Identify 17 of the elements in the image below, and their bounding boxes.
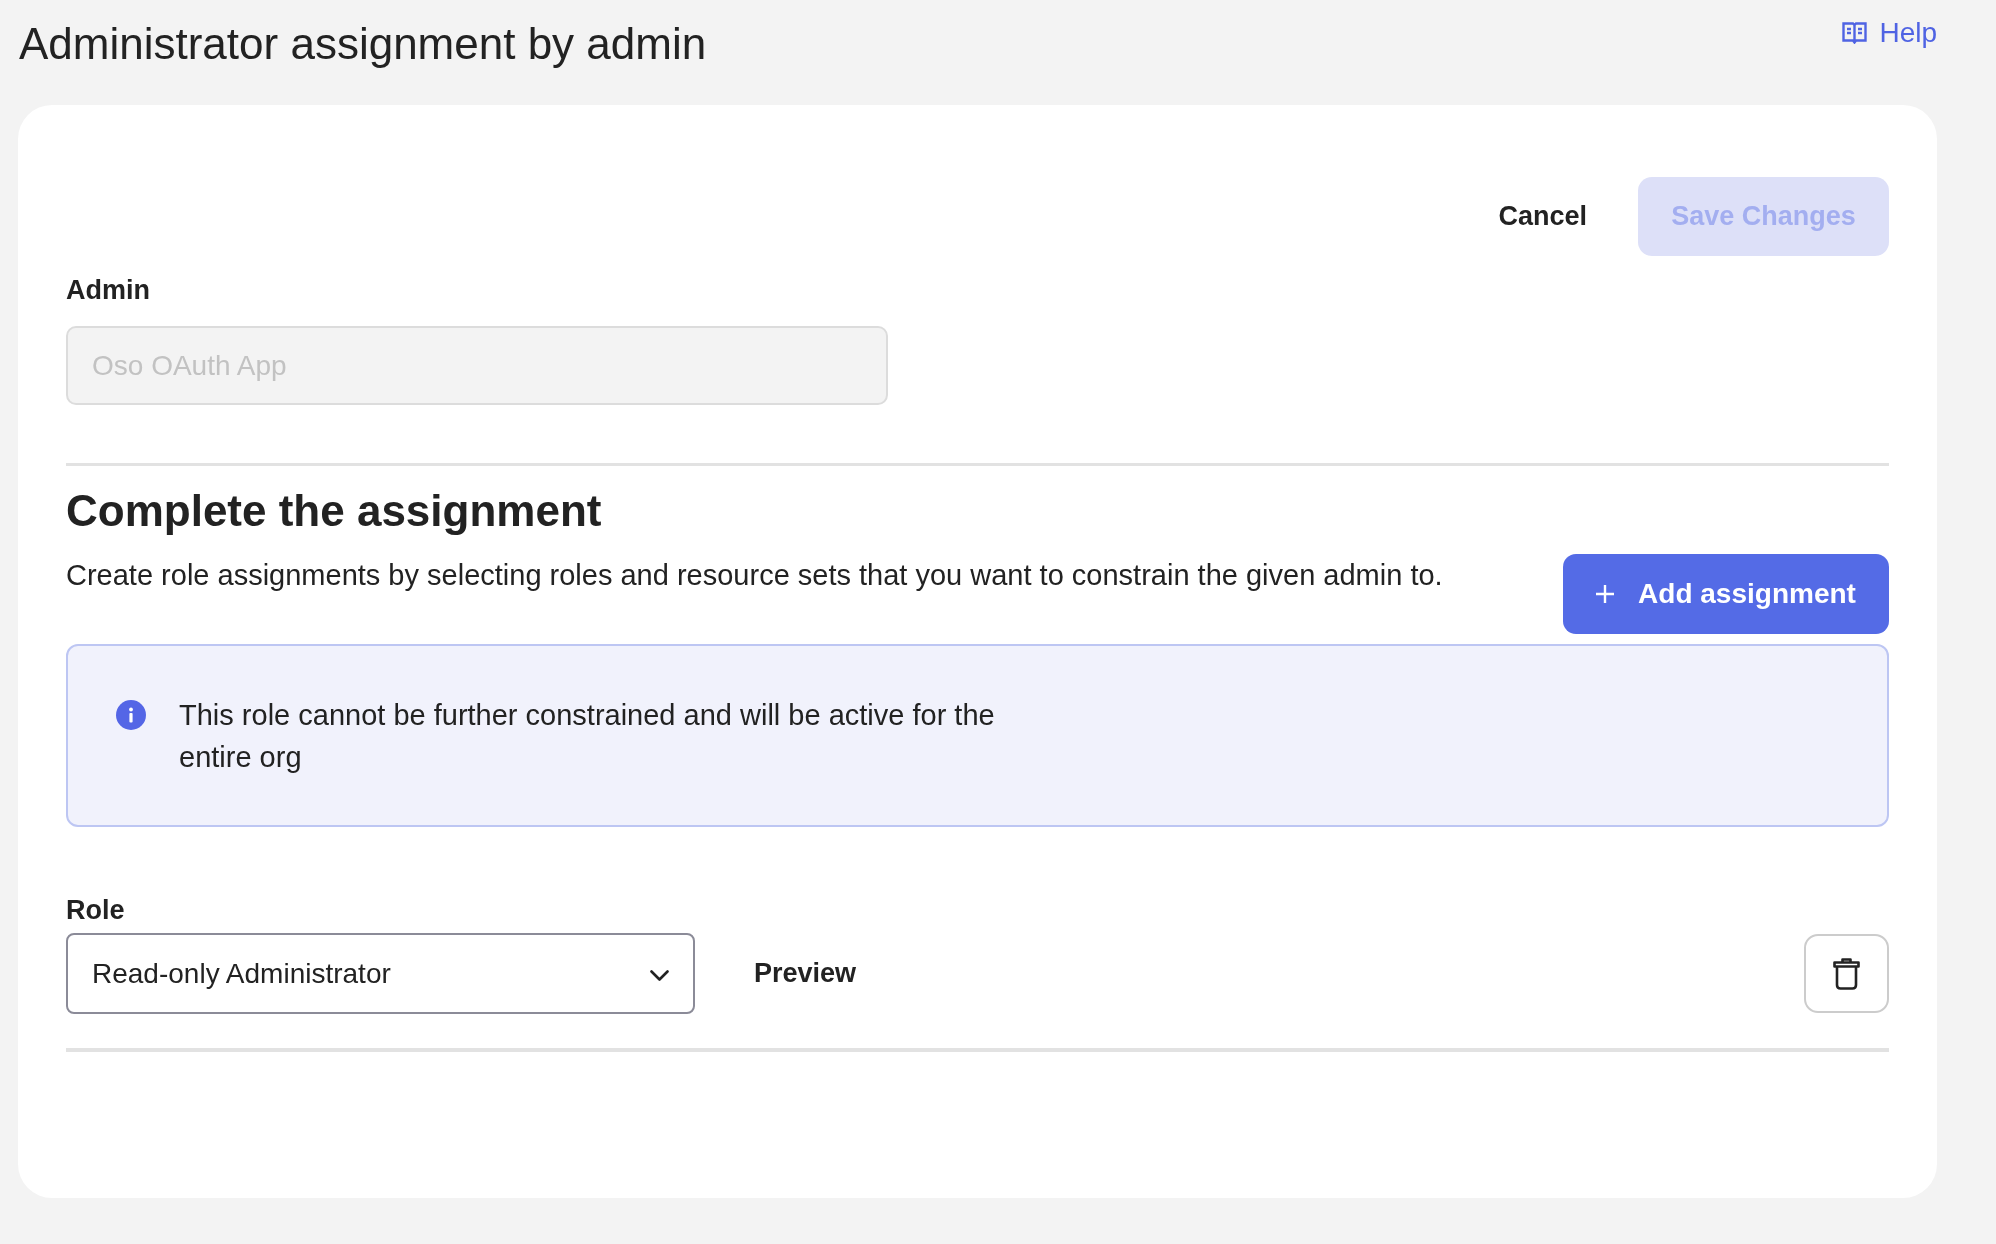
section-heading: Complete the assignment bbox=[66, 485, 602, 537]
cancel-button[interactable]: Cancel bbox=[1478, 177, 1607, 256]
chevron-down-icon bbox=[650, 970, 669, 981]
plus-icon bbox=[1596, 585, 1615, 603]
preview-button[interactable]: Preview bbox=[742, 943, 869, 1004]
admin-label: Admin bbox=[66, 274, 150, 306]
role-label: Role bbox=[66, 894, 125, 926]
help-link[interactable]: Help bbox=[1842, 13, 1937, 53]
notice-text: This role cannot be further constrained and will be active for the entire org bbox=[179, 697, 996, 775]
trash-icon bbox=[1833, 957, 1860, 990]
page-title: Administrator assignment by admin bbox=[18, 18, 707, 70]
delete-button[interactable] bbox=[1804, 934, 1889, 1013]
info-icon bbox=[116, 699, 146, 730]
section-description: Create role assignments by selecting roles and resource sets that you want to constrain the given admin to. bbox=[66, 558, 1443, 591]
book-icon bbox=[1842, 22, 1868, 44]
add-assignment-button[interactable]: Add assignment bbox=[1563, 554, 1889, 634]
role-select[interactable]: Read-only Administrator bbox=[66, 933, 695, 1014]
